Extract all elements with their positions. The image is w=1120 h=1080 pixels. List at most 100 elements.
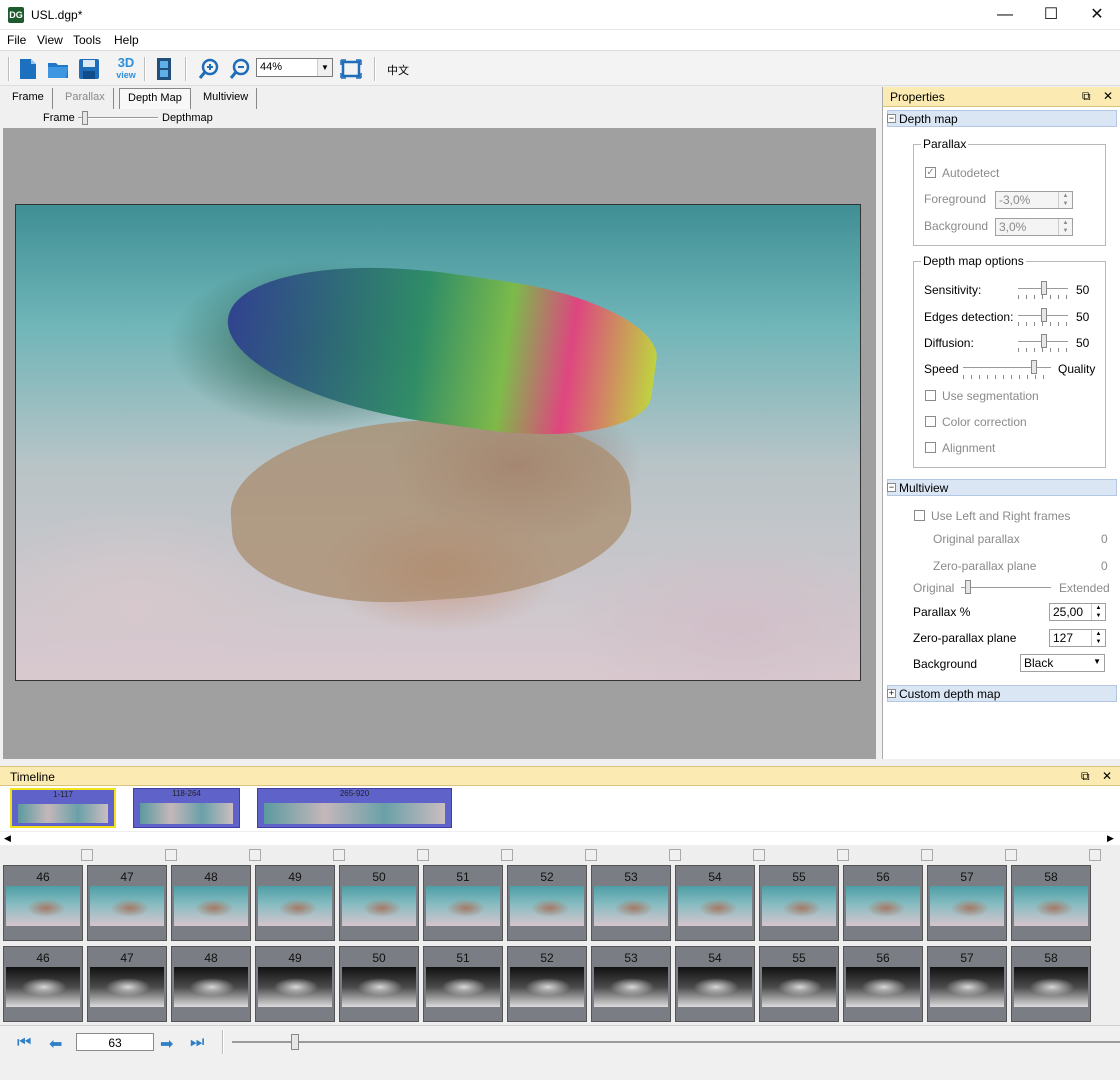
autodetect-checkbox[interactable]: ✓ (925, 167, 936, 178)
collapse-icon[interactable]: − (887, 483, 896, 492)
close-panel-icon[interactable]: ✕ (1102, 769, 1112, 783)
fit-icon[interactable] (339, 57, 363, 81)
speed-quality-slider-track[interactable] (963, 367, 1051, 369)
frame-select-checkbox[interactable] (669, 849, 681, 861)
menu-view[interactable]: View (37, 33, 63, 47)
scene-segment[interactable]: 118-264 (133, 788, 240, 828)
alignment-checkbox[interactable] (925, 442, 936, 453)
first-frame-icon[interactable]: ⏮ (17, 1034, 31, 1052)
background-select[interactable]: Black ▼ (1020, 654, 1105, 672)
previous-frame-icon[interactable]: ⬅ (49, 1034, 62, 1054)
chevron-down-icon[interactable]: ▼ (1093, 657, 1101, 666)
last-frame-icon[interactable]: ⏭ (190, 1034, 204, 1052)
diffusion-slider-thumb[interactable] (1041, 334, 1047, 348)
frame-select-checkbox[interactable] (81, 849, 93, 861)
use-segmentation-checkbox[interactable] (925, 390, 936, 401)
depth-thumbnail[interactable]: 48 (171, 946, 251, 1022)
frame-thumbnail[interactable]: 49 (255, 865, 335, 941)
frame-thumbnail[interactable]: 50 (339, 865, 419, 941)
spin-arrows-icon[interactable]: ▲ ▼ (1058, 192, 1072, 208)
menu-file[interactable]: File (7, 33, 26, 47)
frame-thumbnail[interactable]: 46 (3, 865, 83, 941)
depth-thumbnail[interactable]: 52 (507, 946, 587, 1022)
frame-select-checkbox[interactable] (921, 849, 933, 861)
spin-arrows-icon[interactable]: ▲ ▼ (1091, 630, 1105, 646)
frame-select-checkbox[interactable] (1089, 849, 1101, 861)
open-icon[interactable] (46, 57, 70, 81)
frame-thumbnail[interactable]: 52 (507, 865, 587, 941)
frame-thumbnail[interactable]: 47 (87, 865, 167, 941)
original-extended-slider-thumb[interactable] (965, 580, 971, 594)
tab-frame[interactable]: Frame (4, 88, 53, 109)
frame-thumbnail[interactable]: 53 (591, 865, 671, 941)
frame-depth-slider-thumb[interactable] (82, 111, 88, 125)
depth-thumbnail[interactable]: 53 (591, 946, 671, 1022)
scroll-right-icon[interactable]: ▶ (1107, 833, 1114, 844)
frame-thumbnail[interactable]: 56 (843, 865, 923, 941)
language-button[interactable]: 中文 (387, 62, 409, 78)
depth-thumbnail[interactable]: 50 (339, 946, 419, 1022)
scene-segment[interactable]: 1-117 (10, 788, 116, 828)
frame-select-checkbox[interactable] (501, 849, 513, 861)
depth-thumbnail[interactable]: 57 (927, 946, 1007, 1022)
frame-number-input[interactable]: 63 (76, 1033, 154, 1051)
next-frame-icon[interactable]: ➡ (160, 1034, 173, 1054)
frame-select-checkbox[interactable] (417, 849, 429, 861)
depth-thumbnail[interactable]: 46 (3, 946, 83, 1022)
depth-thumbnail[interactable]: 58 (1011, 946, 1091, 1022)
float-panel-icon[interactable]: ⧉ (1081, 769, 1090, 784)
background-parallax-input[interactable]: 3,0% ▲ ▼ (995, 218, 1073, 236)
speed-quality-slider-thumb[interactable] (1031, 360, 1037, 374)
tab-parallax[interactable]: Parallax (57, 88, 114, 109)
section-custom-depth-map[interactable]: + Custom depth map (887, 685, 1117, 702)
section-depth-map[interactable]: − Depth map (887, 110, 1117, 127)
frame-thumbnail[interactable]: 55 (759, 865, 839, 941)
3d-view-icon[interactable]: 3D view (114, 56, 138, 81)
chevron-down-icon[interactable]: ▼ (317, 59, 332, 76)
depth-thumbnail[interactable]: 47 (87, 946, 167, 1022)
depth-thumbnail[interactable]: 49 (255, 946, 335, 1022)
depth-thumbnail[interactable]: 55 (759, 946, 839, 1022)
section-multiview[interactable]: − Multiview (887, 479, 1117, 496)
scene-segment[interactable]: 265-920 (257, 788, 452, 828)
depth-thumbnail[interactable]: 51 (423, 946, 503, 1022)
frame-select-checkbox[interactable] (333, 849, 345, 861)
frame-position-slider-thumb[interactable] (291, 1034, 299, 1050)
zoom-in-icon[interactable] (197, 57, 221, 81)
close-panel-icon[interactable]: ✕ (1103, 89, 1113, 103)
frame-select-checkbox[interactable] (249, 849, 261, 861)
sensitivity-slider-thumb[interactable] (1041, 281, 1047, 295)
use-lr-frames-checkbox[interactable] (914, 510, 925, 521)
frame-thumbnail[interactable]: 57 (927, 865, 1007, 941)
float-panel-icon[interactable]: ⧉ (1082, 89, 1091, 104)
depth-thumbnail[interactable]: 56 (843, 946, 923, 1022)
zoom-select[interactable]: 44% ▼ (256, 58, 333, 77)
frame-select-checkbox[interactable] (585, 849, 597, 861)
depth-thumbnail[interactable]: 54 (675, 946, 755, 1022)
film-icon[interactable] (152, 57, 176, 81)
timeline-scrollbar[interactable]: ◀ ▶ (0, 831, 1120, 845)
frame-thumbnail[interactable]: 54 (675, 865, 755, 941)
menu-help[interactable]: Help (114, 33, 139, 47)
original-extended-slider-track[interactable] (961, 587, 1051, 589)
close-button[interactable]: ✕ (1074, 0, 1120, 30)
spin-arrows-icon[interactable]: ▲ ▼ (1091, 604, 1105, 620)
zoom-out-icon[interactable] (228, 57, 252, 81)
tab-depth-map[interactable]: Depth Map (119, 88, 191, 109)
color-correction-checkbox[interactable] (925, 416, 936, 427)
tab-multiview[interactable]: Multiview (195, 88, 258, 109)
menu-tools[interactable]: Tools (73, 33, 101, 47)
frame-select-checkbox[interactable] (837, 849, 849, 861)
frame-thumbnail[interactable]: 48 (171, 865, 251, 941)
edges-slider-thumb[interactable] (1041, 308, 1047, 322)
frame-depth-slider-track[interactable] (78, 117, 158, 119)
parallax-percent-input[interactable]: 25,00 ▲ ▼ (1049, 603, 1106, 621)
foreground-input[interactable]: -3,0% ▲ ▼ (995, 191, 1073, 209)
zero-plane-input[interactable]: 127 ▲ ▼ (1049, 629, 1106, 647)
frame-thumbnail[interactable]: 51 (423, 865, 503, 941)
frame-select-checkbox[interactable] (165, 849, 177, 861)
save-icon[interactable] (77, 57, 101, 81)
frame-select-checkbox[interactable] (1005, 849, 1017, 861)
spin-arrows-icon[interactable]: ▲ ▼ (1058, 219, 1072, 235)
scroll-left-icon[interactable]: ◀ (4, 833, 11, 844)
